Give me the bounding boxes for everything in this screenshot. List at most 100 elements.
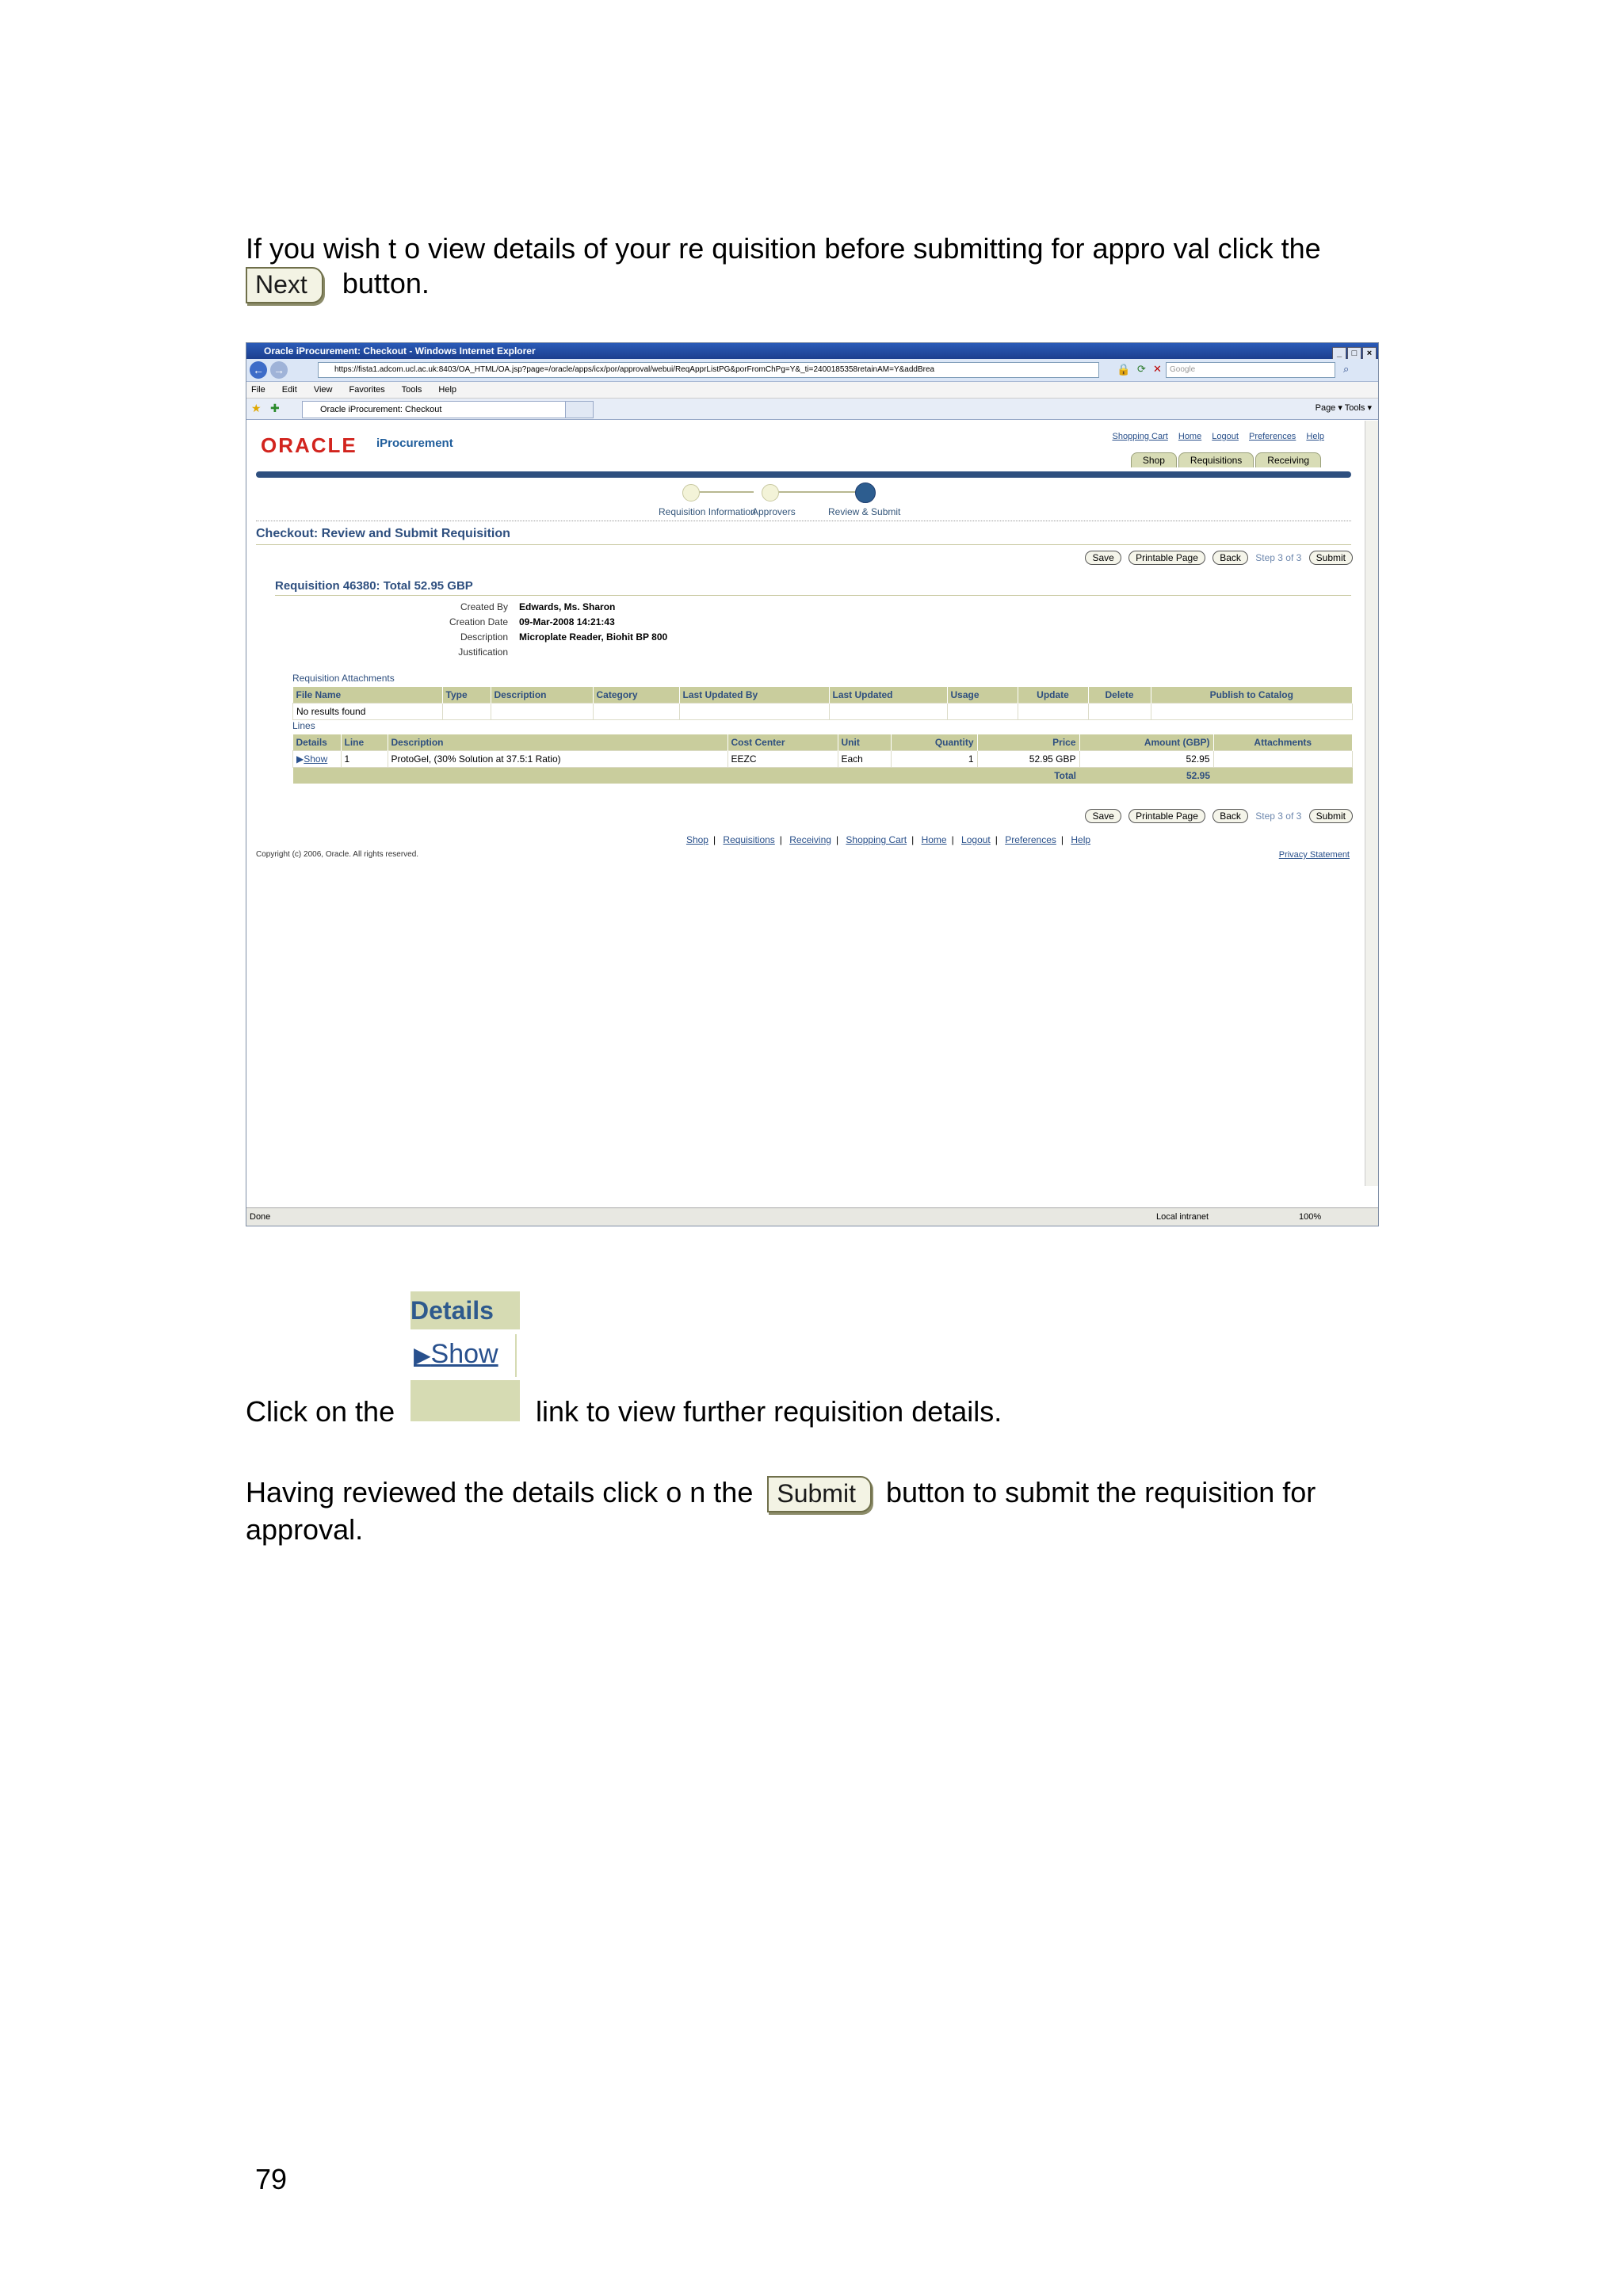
command-bar[interactable]: Page ▾ Tools ▾	[1316, 402, 1372, 413]
page-content: ORACLE iProcurement Shopping Cart Home L…	[246, 421, 1365, 1186]
header-bar	[256, 471, 1351, 478]
link-preferences[interactable]: Preferences	[1249, 432, 1296, 441]
footer-link-preferences[interactable]: Preferences	[1005, 834, 1056, 845]
snippet-show-link: ▶Show	[414, 1339, 498, 1370]
intro-text-2: button.	[342, 267, 430, 299]
browser-tab[interactable]: Oracle iProcurement: Checkout	[302, 401, 582, 418]
col-category: Category	[593, 687, 680, 704]
expand-triangle-icon: ▶	[414, 1343, 431, 1367]
submit-button[interactable]: Submit	[1308, 551, 1353, 565]
submit-button[interactable]: Submit	[1308, 809, 1353, 823]
field-value: Edwards, Ms. Sharon	[519, 601, 616, 612]
show-link[interactable]: Show	[304, 753, 327, 765]
attachments-table: File Name Type Description Category Last…	[292, 687, 1353, 720]
refresh-icon[interactable]: ⟳	[1137, 363, 1146, 376]
tab-receiving[interactable]: Receiving	[1255, 452, 1321, 467]
col-price: Price	[977, 734, 1080, 751]
snippet-row-fill	[411, 1380, 520, 1421]
col-delete: Delete	[1088, 687, 1151, 704]
col-unit: Unit	[838, 734, 892, 751]
printable-page-button[interactable]: Printable Page	[1128, 551, 1205, 565]
save-button[interactable]: Save	[1085, 551, 1121, 565]
col-details: Details	[292, 734, 342, 751]
stop-icon[interactable]: ✕	[1153, 363, 1162, 376]
train-label-approvers: Approvers	[752, 506, 796, 517]
tab-requisitions[interactable]: Requisitions	[1178, 452, 1254, 467]
page-number: 79	[255, 2163, 288, 2195]
amount-cell: 52.95	[1079, 750, 1214, 768]
description-cell: ProtoGel, (30% Solution at 37.5:1 Ratio)	[387, 750, 728, 768]
forward-arrow-icon[interactable]: →	[270, 361, 288, 379]
train-connector	[769, 491, 857, 493]
footer-link-requisitions[interactable]: Requisitions	[723, 834, 774, 845]
printable-page-button[interactable]: Printable Page	[1128, 809, 1205, 823]
train-step-dot	[762, 484, 779, 502]
quantity-cell: 1	[890, 750, 978, 768]
link-shopping-cart[interactable]: Shopping Cart	[1112, 432, 1167, 441]
details-cell: ▶Show	[292, 750, 342, 768]
footer-link-home[interactable]: Home	[922, 834, 947, 845]
train-connector	[690, 491, 754, 493]
link-home[interactable]: Home	[1178, 432, 1201, 441]
submit-button-image: Submit	[767, 1476, 872, 1513]
process-train: Requisition Information Approvers Review…	[659, 481, 944, 517]
footer-link-shop[interactable]: Shop	[686, 834, 708, 845]
show-paragraph-b: link to view further requisition details…	[536, 1395, 1002, 1428]
menu-favorites[interactable]: Favorites	[349, 385, 385, 395]
search-input[interactable]: Google	[1166, 362, 1335, 378]
requisition-header: Requisition 46380: Total 52.95 GBP	[275, 579, 473, 593]
unit-cell: Each	[837, 750, 892, 768]
menu-help[interactable]: Help	[438, 385, 456, 395]
menu-tools[interactable]: Tools	[402, 385, 422, 395]
expand-triangle-icon[interactable]: ▶	[296, 753, 304, 765]
browser-titlebar: Oracle iProcurement: Checkout - Windows …	[246, 343, 1378, 360]
add-favorites-icon[interactable]: ✚	[270, 402, 280, 415]
step-indicator: Step 3 of 3	[1255, 810, 1302, 822]
col-file-name: File Name	[292, 687, 443, 704]
save-button[interactable]: Save	[1085, 809, 1121, 823]
col-line: Line	[341, 734, 388, 751]
attachments-title: Requisition Attachments	[292, 673, 395, 684]
footer-link-receiving[interactable]: Receiving	[789, 834, 831, 845]
back-arrow-icon[interactable]: ←	[250, 361, 267, 379]
total-label: Total	[977, 767, 1079, 784]
link-help[interactable]: Help	[1306, 432, 1324, 441]
copyright: Copyright (c) 2006, Oracle. All rights r…	[256, 850, 419, 859]
search-icon[interactable]: ⌕	[1343, 363, 1349, 376]
total-value: 52.95	[1079, 767, 1213, 784]
back-button[interactable]: Back	[1212, 809, 1248, 823]
browser-window: Oracle iProcurement: Checkout - Windows …	[246, 342, 1379, 1226]
link-logout[interactable]: Logout	[1212, 432, 1239, 441]
footer-link-logout[interactable]: Logout	[961, 834, 991, 845]
cost-center-cell: EEZC	[727, 750, 838, 768]
tab-shop[interactable]: Shop	[1130, 452, 1177, 467]
attachments-cell	[1212, 750, 1353, 768]
train-step-current-dot	[855, 482, 876, 503]
favorites-star-icon[interactable]: ★	[251, 402, 262, 415]
intro-paragraph: If you wish t o view details of your re …	[246, 231, 1387, 304]
tab-bar: ★ ✚ Oracle iProcurement: Checkout Page ▾…	[246, 399, 1378, 420]
col-last-updated: Last Updated	[829, 687, 948, 704]
field-value: 09-Mar-2008 14:21:43	[519, 616, 615, 627]
new-tab[interactable]	[565, 401, 594, 418]
app-name: iProcurement	[376, 437, 453, 450]
menu-view[interactable]: View	[314, 385, 333, 395]
status-bar: Done Local intranet 100%	[246, 1207, 1378, 1226]
bottom-button-row: Save Printable Page Back Step 3 of 3 Sub…	[1080, 809, 1353, 823]
zoom-level[interactable]: 100%	[1299, 1208, 1321, 1226]
show-link-snippet: Details ▶Show	[411, 1291, 520, 1421]
col-type: Type	[442, 687, 491, 704]
col-usage: Usage	[947, 687, 1018, 704]
privacy-statement-link[interactable]: Privacy Statement	[1279, 850, 1350, 860]
url-field[interactable]: https://fista1.adcom.ucl.ac.uk:8403/OA_H…	[318, 362, 1099, 378]
global-links: Shopping Cart Home Logout Preferences He…	[1104, 432, 1324, 441]
table-header-row: File Name Type Description Category Last…	[292, 687, 1353, 704]
col-description: Description	[388, 734, 728, 751]
vertical-scrollbar[interactable]	[1365, 421, 1378, 1186]
oracle-logo: ORACLE	[261, 433, 357, 457]
back-button[interactable]: Back	[1212, 551, 1248, 565]
menu-file[interactable]: File	[251, 385, 265, 395]
footer-link-shopping-cart[interactable]: Shopping Cart	[846, 834, 907, 845]
footer-link-help[interactable]: Help	[1071, 834, 1090, 845]
menu-edit[interactable]: Edit	[282, 385, 297, 395]
